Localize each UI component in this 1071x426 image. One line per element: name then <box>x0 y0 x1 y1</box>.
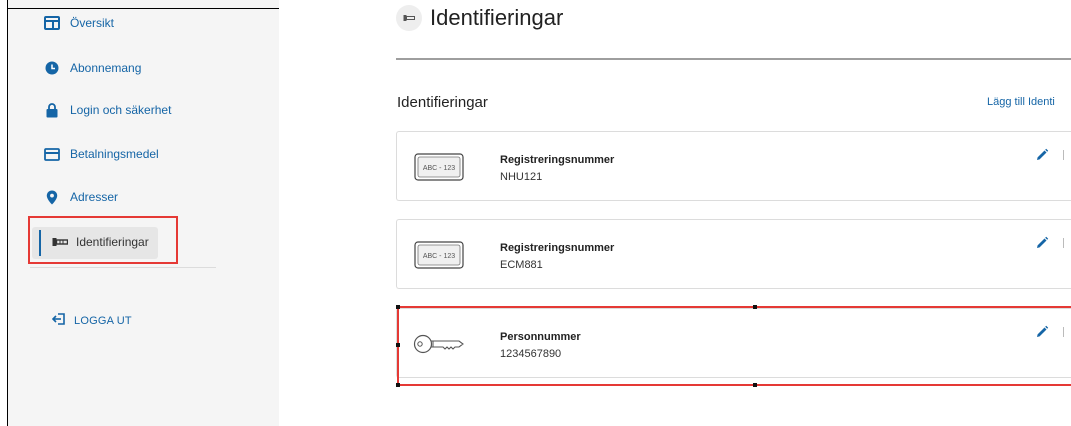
card-type-label: Registreringsnummer <box>500 154 615 166</box>
sidebar-item-abonnemang[interactable]: Abonnemang <box>44 60 141 76</box>
card-value: NHU121 <box>500 171 543 183</box>
logout-icon <box>51 313 66 328</box>
add-identification-link[interactable]: Lägg till Identi <box>987 96 1071 108</box>
edit-icon[interactable] <box>1035 148 1049 162</box>
sidebar-item-label: Abonnemang <box>70 61 142 75</box>
key-icon <box>396 5 422 31</box>
identification-card[interactable]: ABC - 123 Registreringsnummer NHU121 <box>396 131 1071 201</box>
plate-text: ABC - 123 <box>423 165 455 172</box>
card-type-label: Registreringsnummer <box>500 242 615 254</box>
sidebar-item-label: Översikt <box>70 16 115 30</box>
logout-label: LOGGA UT <box>74 314 132 327</box>
sidebar-item-betalningsmedel[interactable]: Betalningsmedel <box>44 146 159 162</box>
logout-button[interactable]: LOGGA UT <box>51 313 132 328</box>
sidebar-item-label: Login och säkerhet <box>70 103 172 117</box>
sidebar-item-oversikt[interactable]: Översikt <box>44 15 114 31</box>
sidebar-top-border <box>7 8 279 9</box>
credit-card-icon <box>44 146 60 162</box>
dashboard-icon <box>44 15 60 31</box>
selection-handle <box>753 383 757 387</box>
identification-card[interactable]: ABC - 123 Registreringsnummer ECM881 <box>396 219 1071 289</box>
license-plate-icon: ABC - 123 <box>413 239 465 271</box>
section-title: Identifieringar <box>397 94 488 111</box>
plate-text: ABC - 123 <box>423 253 455 260</box>
sidebar-item-login[interactable]: Login och säkerhet <box>44 102 171 118</box>
page-header: Identifieringar <box>396 5 563 31</box>
lock-icon <box>44 102 60 118</box>
header-divider <box>396 58 1071 60</box>
location-pin-icon <box>44 189 60 205</box>
page-title: Identifieringar <box>430 5 564 30</box>
annotation-highlight-box <box>28 216 178 264</box>
action-separator <box>1063 150 1064 160</box>
selection-handle <box>753 305 757 309</box>
action-separator <box>1063 238 1064 248</box>
clock-icon <box>44 60 60 76</box>
selection-handle <box>396 383 400 387</box>
selection-handle <box>396 343 400 347</box>
license-plate-icon: ABC - 123 <box>413 151 465 183</box>
sidebar-item-label: Betalningsmedel <box>70 147 159 161</box>
edit-icon[interactable] <box>1035 236 1049 250</box>
sidebar-item-adresser[interactable]: Adresser <box>44 189 118 205</box>
annotation-highlight-box <box>397 306 1071 386</box>
sidebar-item-label: Adresser <box>70 190 119 204</box>
card-value: ECM881 <box>500 259 543 271</box>
sidebar-divider <box>30 267 216 268</box>
selection-handle <box>396 305 400 309</box>
